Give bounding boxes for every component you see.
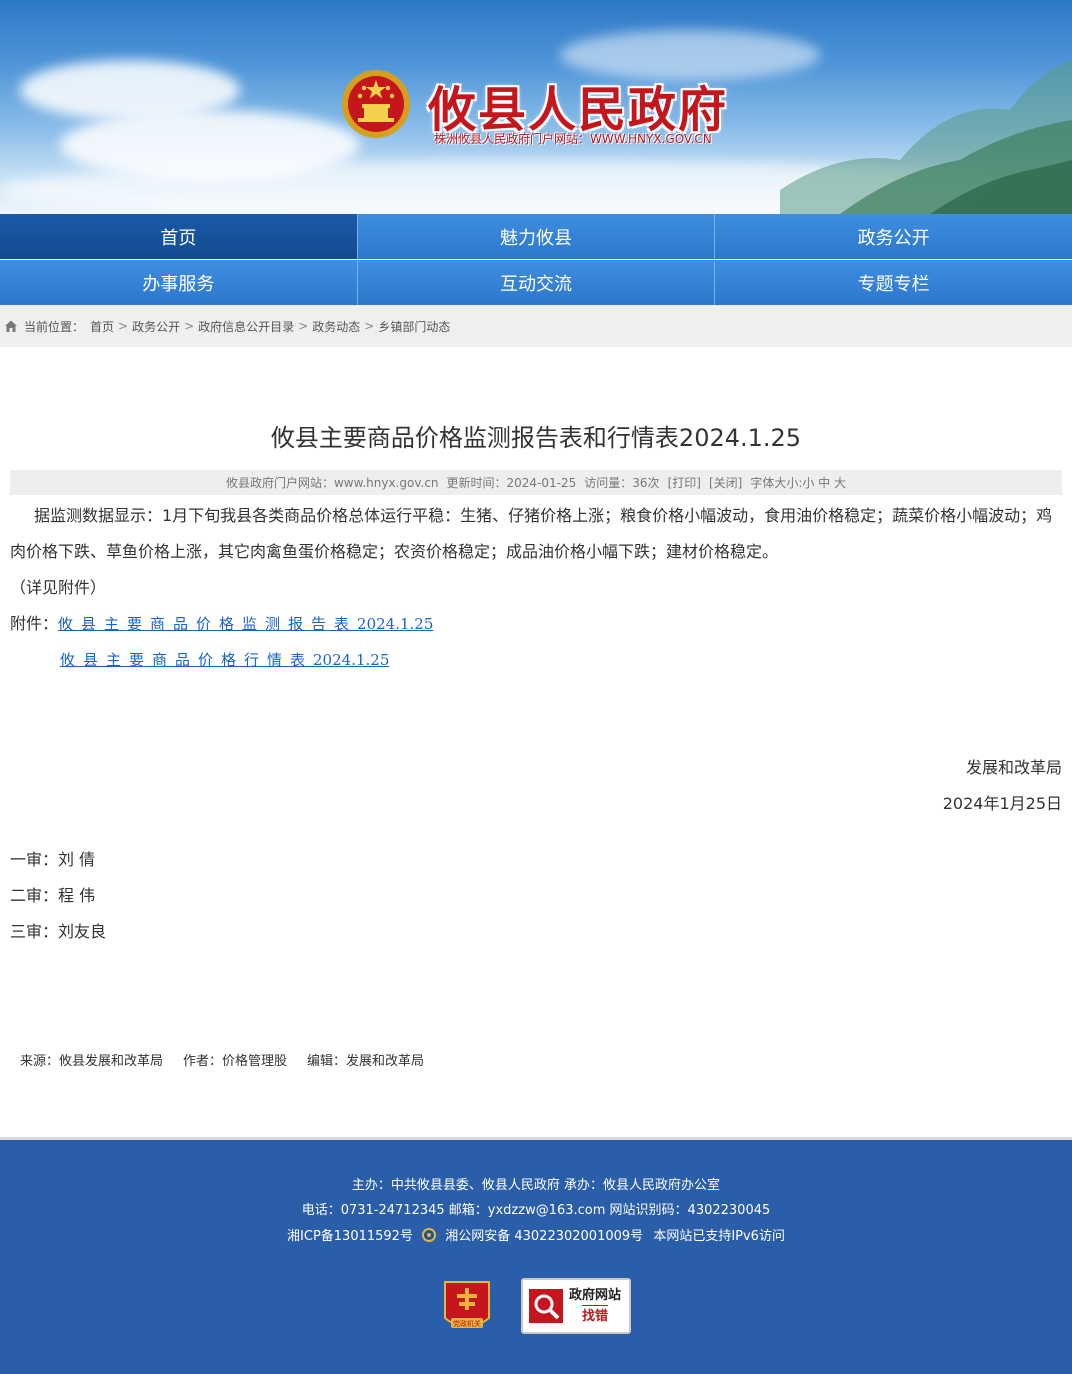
attachments-label: 附件：	[10, 614, 59, 633]
breadcrumb-gov-affairs[interactable]: 政务公开	[132, 318, 180, 335]
breadcrumb-separator: >	[298, 319, 309, 333]
magnifier-icon	[529, 1289, 563, 1323]
article-date: 2024年1月25日	[942, 794, 1062, 813]
meta-site: 攸县政府门户网站：www.hnyx.gov.cn	[225, 476, 439, 490]
review-list: 一审：刘 倩 二审：程 伟 三审：刘友良	[10, 842, 106, 950]
article-editor: 编辑：发展和改革局	[307, 1054, 425, 1069]
footer-contact: 电话：0731-24712345 邮箱：yxdzzw@163.com 网站识别码…	[301, 1203, 771, 1218]
print-button[interactable]: [打印]	[668, 474, 701, 491]
footer: 主办：中共攸县县委、攸县人民政府 承办：攸县人民政府办公室 电话：0731-24…	[0, 1137, 1072, 1374]
gov-site-error-badge[interactable]: 政府网站 找错	[521, 1278, 631, 1334]
home-icon	[5, 320, 17, 332]
breadcrumb-home[interactable]: 首页	[90, 318, 114, 335]
article-body: 据监测数据显示：1月下旬我县各类商品价格总体运行平稳：生猪、仔猪价格上涨；粮食价…	[10, 506, 1053, 561]
attachment-row: 附件： 攸县主要商品价格监测报告表2024.1.25	[10, 606, 1062, 642]
main-nav: 首页 魅力攸县 政务公开 办事服务 互动交流 专题专栏	[0, 214, 1072, 305]
nav-item-interaction[interactable]: 互动交流	[357, 260, 716, 305]
breadcrumb-separator: >	[118, 319, 129, 333]
article-note: （详见附件）	[10, 578, 107, 597]
nav-item-gov-affairs[interactable]: 政务公开	[715, 214, 1072, 259]
article-title: 攸县主要商品价格监测报告表和行情表2024.1.25	[270, 424, 802, 452]
font-size-control[interactable]: 字体大小:小 中 大	[750, 474, 846, 491]
breadcrumb-label: 当前位置：	[24, 319, 85, 334]
breadcrumb-dept-news[interactable]: 乡镇部门动态	[378, 318, 450, 335]
breadcrumb-info-catalog[interactable]: 政府信息公开目录	[198, 318, 294, 335]
ipv6-notice: 本网站已支持IPv6访问	[653, 1229, 785, 1244]
article-source: 来源：攸县发展和改革局	[20, 1054, 164, 1069]
nav-row-2: 办事服务 互动交流 专题专栏	[0, 260, 1072, 305]
review-first: 一审：刘 倩	[10, 850, 96, 869]
footer-records: 湘ICP备13011592号 湘公网安备 43022302001009号 本网站…	[0, 1225, 1072, 1244]
national-emblem-icon	[342, 70, 410, 138]
attachment-row: 攸县主要商品价格行情表2024.1.25	[10, 642, 1062, 678]
breadcrumb-separator: >	[184, 319, 195, 333]
party-gov-badge[interactable]: 党政机关	[441, 1278, 493, 1336]
breadcrumb: 当前位置： 首页 > 政务公开 > 政府信息公开目录 > 政务动态 > 乡镇部门…	[0, 305, 1072, 347]
article-content: 据监测数据显示：1月下旬我县各类商品价格总体运行平稳：生猪、仔猪价格上涨；粮食价…	[10, 498, 1062, 822]
error-badge-bottom: 找错	[582, 1304, 609, 1326]
review-third: 三审：刘友良	[10, 922, 107, 941]
nav-item-charm[interactable]: 魅力攸县	[357, 214, 716, 259]
footer-sponsor: 主办：中共攸县县委、攸县人民政府 承办：攸县人民政府办公室	[351, 1178, 721, 1193]
error-badge-text: 政府网站 找错	[569, 1287, 621, 1326]
nav-item-home[interactable]: 首页	[0, 214, 358, 259]
nav-row-1: 首页 魅力攸县 政务公开	[0, 214, 1072, 259]
article-author: 作者：价格管理股	[183, 1054, 288, 1069]
error-badge-top: 政府网站	[569, 1287, 622, 1303]
party-badge-label: 党政机关	[453, 1319, 481, 1328]
close-button[interactable]: [关闭]	[709, 474, 742, 491]
attachment-link-quotes[interactable]: 攸县主要商品价格行情表2024.1.25	[60, 642, 389, 678]
footer-badges: 党政机关 政府网站 找错	[0, 1278, 1072, 1336]
source-line: 来源：攸县发展和改革局 作者：价格管理股 编辑：发展和改革局	[20, 1050, 424, 1069]
meta-visits: 访问量：36次	[584, 476, 660, 490]
site-subtitle: 株洲攸县人民政府门户网站：WWW.HNYX.GOV.CN	[434, 132, 712, 146]
nav-item-services[interactable]: 办事服务	[0, 260, 358, 305]
header-banner: 攸县人民政府 株洲攸县人民政府门户网站：WWW.HNYX.GOV.CN	[0, 0, 1072, 214]
article-signature: 发展和改革局	[965, 758, 1062, 777]
nav-item-topics[interactable]: 专题专栏	[715, 260, 1072, 305]
mountain-landscape	[780, 60, 1072, 214]
police-badge-icon	[422, 1228, 437, 1242]
review-second: 二审：程 伟	[10, 886, 96, 905]
attachment-link-report[interactable]: 攸县主要商品价格监测报告表2024.1.25	[58, 606, 433, 642]
article-meta-bar: 攸县政府门户网站：www.hnyx.gov.cn 更新时间：2024-01-25…	[10, 470, 1062, 495]
police-record-link[interactable]: 湘公网安备 43022302001009号	[445, 1229, 643, 1244]
meta-updated: 更新时间：2024-01-25	[446, 476, 577, 490]
breadcrumb-gov-news[interactable]: 政务动态	[312, 318, 360, 335]
icp-record-link[interactable]: 湘ICP备13011592号	[287, 1229, 413, 1244]
breadcrumb-separator: >	[364, 319, 375, 333]
